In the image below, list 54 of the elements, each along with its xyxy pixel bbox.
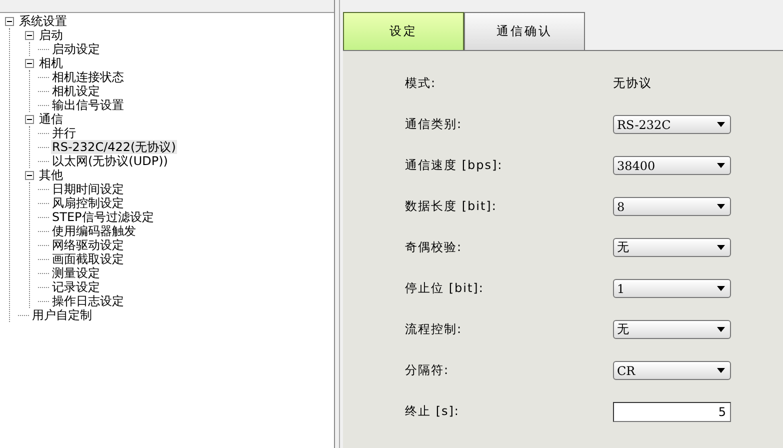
dropdown[interactable]: 无: [613, 238, 731, 257]
caret-icon: [717, 122, 725, 127]
collapse-icon[interactable]: [25, 58, 34, 68]
tree-item[interactable]: RS-232C/422(无协议): [51, 140, 177, 154]
caret-icon: [717, 163, 725, 168]
field-label: 终止 [s]:: [405, 403, 460, 420]
tree-item[interactable]: 测量设定: [51, 266, 101, 280]
dropdown[interactable]: 38400: [613, 156, 731, 175]
tree-item[interactable]: 网络驱动设定: [51, 238, 125, 252]
tree-item[interactable]: 相机设定: [51, 84, 101, 98]
tree-item[interactable]: 相机: [38, 56, 64, 70]
field-label: 通信类别:: [405, 116, 464, 133]
field-label: 数据长度 [bit]:: [405, 198, 498, 215]
collapse-icon[interactable]: [25, 114, 34, 124]
tree-item[interactable]: 画面截取设定: [51, 252, 125, 266]
caret-icon: [717, 245, 725, 250]
tree-item[interactable]: 系统设置: [18, 14, 68, 28]
tree-item[interactable]: 风扇控制设定: [51, 196, 125, 210]
tree-item[interactable]: 相机连接状态: [51, 70, 125, 84]
tab[interactable]: 设定: [343, 12, 464, 50]
field-label: 模式:: [405, 75, 438, 92]
caret-icon: [717, 286, 725, 291]
tree-item[interactable]: 其他: [38, 168, 64, 182]
tree-item[interactable]: 记录设定: [51, 280, 101, 294]
caret-icon: [717, 368, 725, 373]
field-label: 分隔符:: [405, 362, 450, 379]
tree-item[interactable]: 使用编码器触发: [51, 224, 137, 238]
tree-item[interactable]: 用户自定制: [31, 308, 93, 322]
field-label: 通信速度 [bps]:: [405, 157, 504, 174]
dropdown[interactable]: 无: [613, 320, 731, 339]
collapse-icon[interactable]: [5, 16, 14, 26]
collapse-icon[interactable]: [25, 30, 34, 40]
tree-item[interactable]: 启动: [38, 28, 64, 42]
field-label: 奇偶校验:: [405, 239, 464, 256]
input-field[interactable]: 5: [613, 402, 731, 422]
tree-item[interactable]: 并行: [51, 126, 77, 140]
dropdown[interactable]: CR: [613, 361, 731, 380]
tree-item[interactable]: STEP信号过滤设定: [51, 210, 155, 224]
dropdown[interactable]: RS-232C: [613, 115, 731, 134]
field-value: 无协议: [613, 75, 652, 92]
tree-item[interactable]: 操作日志设定: [51, 294, 125, 308]
dropdown[interactable]: 8: [613, 197, 731, 216]
caret-icon: [717, 327, 725, 332]
field-label: 停止位 [bit]:: [405, 280, 485, 297]
dropdown[interactable]: 1: [613, 279, 731, 298]
field-label: 流程控制:: [405, 321, 464, 338]
tree-item[interactable]: 日期时间设定: [51, 182, 125, 196]
tree-item[interactable]: 启动设定: [51, 42, 101, 56]
tree-item[interactable]: 通信: [38, 112, 64, 126]
collapse-icon[interactable]: [25, 170, 34, 180]
tab[interactable]: 通信确认: [464, 12, 585, 50]
tree-item[interactable]: 以太网(无协议(UDP)): [51, 154, 169, 168]
caret-icon: [717, 204, 725, 209]
tree-item[interactable]: 输出信号设置: [51, 98, 125, 112]
